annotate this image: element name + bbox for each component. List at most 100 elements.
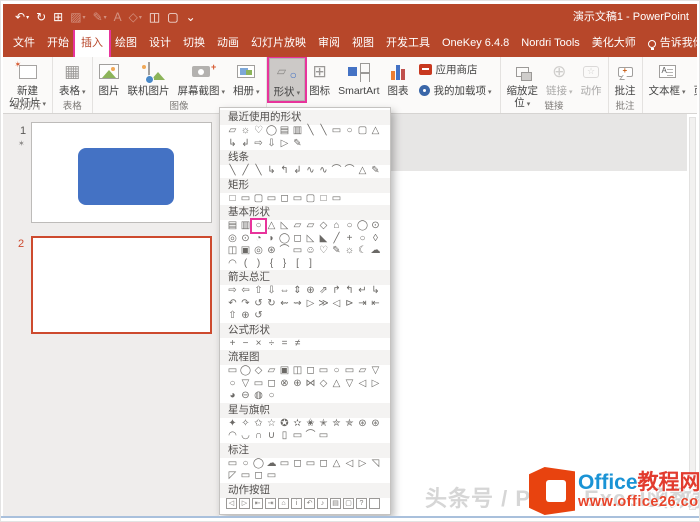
shape-item[interactable]: ▭ bbox=[239, 470, 252, 482]
shape-item[interactable]: ▱ bbox=[226, 125, 239, 137]
action-button[interactable]: ☆ 动作 bbox=[577, 58, 606, 97]
shape-item[interactable]: ♡ bbox=[252, 125, 265, 137]
shape-item[interactable]: ◔ bbox=[252, 233, 265, 245]
shape-item[interactable]: ▭ bbox=[291, 430, 304, 442]
shape-item[interactable]: ✬ bbox=[304, 418, 317, 430]
shape-item[interactable] bbox=[369, 498, 380, 510]
shape-item[interactable]: ╱ bbox=[330, 233, 343, 245]
shape-item[interactable]: ▱ bbox=[265, 365, 278, 377]
shape-item[interactable]: ⌒ bbox=[343, 165, 356, 177]
shape-item[interactable]: ⌒ bbox=[278, 245, 291, 257]
shape-item[interactable]: ◠ bbox=[226, 430, 239, 442]
shape-item[interactable]: △ bbox=[330, 458, 343, 470]
shape-item[interactable]: ◻ bbox=[317, 458, 330, 470]
shape-item[interactable]: ▭ bbox=[265, 470, 278, 482]
shape-item[interactable]: ▷ bbox=[304, 298, 317, 310]
shape-item[interactable]: [ bbox=[291, 258, 304, 270]
shape-item[interactable]: ∩ bbox=[252, 430, 265, 442]
shape-item[interactable]: ▷ bbox=[239, 498, 250, 510]
hyperlink-button[interactable]: ⊕ 链接 bbox=[542, 58, 577, 99]
shape-item[interactable]: ◁ bbox=[356, 378, 369, 390]
shape-item[interactable]: ✧ bbox=[239, 418, 252, 430]
shape-item[interactable]: ∪ bbox=[265, 430, 278, 442]
shape-item[interactable]: ○ bbox=[356, 233, 369, 245]
shape-item[interactable]: ◻ bbox=[291, 458, 304, 470]
store-button[interactable]: 应用商店 bbox=[418, 62, 492, 77]
shape-item[interactable]: ⇥ bbox=[265, 498, 276, 510]
shape-item[interactable]: ○ bbox=[239, 458, 252, 470]
shape-item[interactable]: i bbox=[291, 498, 302, 510]
shape-item[interactable]: ◕ bbox=[226, 390, 239, 402]
vertical-scrollbar[interactable] bbox=[689, 117, 696, 510]
icons-button[interactable]: ⊞ 图标 bbox=[305, 58, 334, 97]
shape-item[interactable]: ▣ bbox=[278, 365, 291, 377]
shape-item[interactable]: ◣ bbox=[317, 233, 330, 245]
shape-item[interactable]: ↲ bbox=[291, 165, 304, 177]
shape-item[interactable]: ↲ bbox=[239, 138, 252, 150]
picture-button[interactable]: 图片 bbox=[95, 58, 124, 97]
tab-slideshow[interactable]: 幻灯片放映 bbox=[245, 30, 312, 57]
start-slideshow-icon[interactable]: ⊞ bbox=[53, 4, 63, 30]
shape-item[interactable]: ⇧ bbox=[252, 285, 265, 297]
shape-item[interactable]: ☆ bbox=[265, 418, 278, 430]
tab-insert[interactable]: 插入 bbox=[73, 30, 111, 57]
shape-item[interactable]: ⇧ bbox=[226, 310, 239, 322]
shape-item[interactable]: △ bbox=[265, 220, 278, 232]
shape-item[interactable]: ⊕ bbox=[239, 310, 252, 322]
shape-item[interactable]: ? bbox=[356, 498, 367, 510]
tab-transitions[interactable]: 切换 bbox=[177, 30, 211, 57]
shape-item[interactable]: ⊕ bbox=[304, 285, 317, 297]
shape-item[interactable]: ⌒ bbox=[304, 430, 317, 442]
shape-item[interactable]: ◇ bbox=[317, 220, 330, 232]
shape-item[interactable]: ↰ bbox=[278, 165, 291, 177]
tab-nordri[interactable]: Nordri Tools bbox=[515, 30, 586, 57]
shape-item[interactable]: ◡ bbox=[239, 430, 252, 442]
tab-developer[interactable]: 开发工具 bbox=[380, 30, 436, 57]
shape-item[interactable]: ◎ bbox=[226, 233, 239, 245]
shape-item[interactable]: ◁ bbox=[330, 298, 343, 310]
shape-item[interactable]: □ bbox=[317, 193, 330, 205]
shape-item[interactable]: ◇ bbox=[317, 378, 330, 390]
shape-item[interactable]: ✎ bbox=[330, 245, 343, 257]
shape-item[interactable]: ◻ bbox=[252, 470, 265, 482]
shape-item[interactable]: ↻ bbox=[265, 298, 278, 310]
shape-item[interactable]: ☼ bbox=[343, 245, 356, 257]
shape-item[interactable]: ↺ bbox=[252, 298, 265, 310]
shape-item[interactable]: ↳ bbox=[265, 165, 278, 177]
shape-item[interactable]: ▭ bbox=[330, 125, 343, 137]
shape-item[interactable]: ○ bbox=[330, 365, 343, 377]
shape-item[interactable]: ◯ bbox=[356, 220, 369, 232]
shape-item[interactable]: ◻ bbox=[265, 378, 278, 390]
shape-item[interactable]: } bbox=[278, 258, 291, 270]
shape-item[interactable]: ▽ bbox=[343, 378, 356, 390]
shape-item[interactable]: ⌒ bbox=[330, 165, 343, 177]
shape-item[interactable]: ▭ bbox=[278, 458, 291, 470]
shape-item[interactable]: ◠ bbox=[226, 258, 239, 270]
shape-item[interactable]: ⊙ bbox=[239, 233, 252, 245]
shape-item[interactable]: ▭ bbox=[226, 365, 239, 377]
shape-item[interactable]: ⊛ bbox=[356, 418, 369, 430]
shape-item[interactable]: ▢ bbox=[304, 193, 317, 205]
shape-item[interactable]: ▷ bbox=[278, 138, 291, 150]
shape-item[interactable]: ◁ bbox=[343, 458, 356, 470]
shape-item[interactable]: ◫ bbox=[291, 365, 304, 377]
shape-item[interactable]: ✭ bbox=[317, 418, 330, 430]
shape-item[interactable]: ÷ bbox=[265, 338, 278, 350]
shape-item[interactable]: ⇥ bbox=[356, 298, 369, 310]
shape-item[interactable]: ∿ bbox=[304, 165, 317, 177]
shape-item[interactable]: ▭ bbox=[265, 193, 278, 205]
shape-item[interactable]: ╲ bbox=[317, 125, 330, 137]
shape-item[interactable]: ⇔ bbox=[278, 285, 291, 297]
tab-file[interactable]: 文件 bbox=[7, 30, 41, 57]
shape-item[interactable]: ▤ bbox=[330, 498, 341, 510]
online-pictures-button[interactable]: 联机图片 bbox=[124, 58, 174, 97]
shape-item[interactable]: ╲ bbox=[304, 125, 317, 137]
shape-item[interactable]: ○ bbox=[343, 220, 356, 232]
shape-item[interactable]: + bbox=[226, 338, 239, 350]
shape-format-icon[interactable]: ◇▾ bbox=[129, 4, 142, 31]
shape-item[interactable]: ↵ bbox=[356, 285, 369, 297]
shape-item[interactable]: ▱ bbox=[356, 365, 369, 377]
shape-item[interactable]: ▤ bbox=[278, 125, 291, 137]
shape-item[interactable]: ☺ bbox=[304, 245, 317, 257]
shape-item[interactable]: ⊳ bbox=[343, 298, 356, 310]
